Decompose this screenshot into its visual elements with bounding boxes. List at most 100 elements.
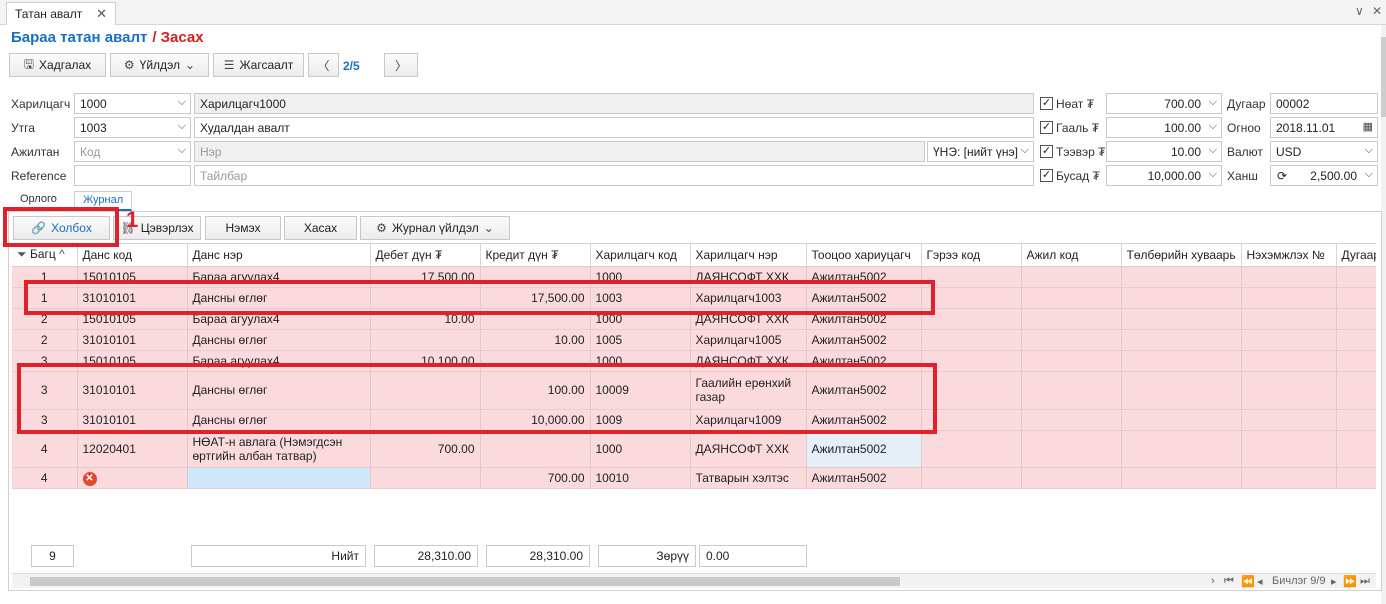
cell-empty[interactable] [1121,308,1242,330]
column-header-account-name[interactable]: Данс нэр [187,244,371,267]
customs-amount-field[interactable]: 100.00 ⌵ [1106,117,1222,138]
table-row[interactable]: 4 12020401 НӨАТ-н авлага (Нэмэгдсэн өртг… [12,430,1376,468]
cell-empty[interactable] [1021,371,1122,410]
cell-account-code[interactable]: 31010101 [77,329,188,351]
column-header-number[interactable]: Дугаар [1336,244,1376,267]
last-record-icon[interactable]: ⏭ [1360,575,1370,588]
cell-empty[interactable] [1021,350,1122,372]
cell-empty[interactable] [1336,409,1376,431]
scroll-right-icon[interactable]: › [1211,575,1215,587]
cell-empty[interactable] [1336,266,1376,288]
horizontal-scrollbar[interactable] [12,573,1376,588]
window-close-icon[interactable]: ✕ [1372,4,1382,18]
cell-empty[interactable] [1336,350,1376,372]
remove-row-button[interactable]: Хасах [284,216,357,240]
previous-page-icon[interactable]: ⏪ [1241,575,1255,588]
cell-empty[interactable] [1121,266,1242,288]
next-page-icon[interactable]: ⏩ [1343,575,1357,588]
cell-credit[interactable] [480,430,591,468]
column-header-responsible[interactable]: Тооцоо хариуцагч [806,244,922,267]
transport-amount-field[interactable]: 10.00 ⌵ [1106,141,1222,162]
other-checkbox[interactable]: ✓ [1040,169,1053,182]
date-field[interactable]: 2018.11.01 ▦ [1270,117,1378,138]
cell-empty[interactable] [1241,308,1337,330]
list-button[interactable]: ☰ Жагсаалт [213,53,304,77]
cell-debit[interactable] [370,329,481,351]
cell-empty[interactable] [1241,329,1337,351]
cell-responsible[interactable]: Ажилтан5002 [806,430,922,468]
cell-empty[interactable] [1336,329,1376,351]
column-header-batch[interactable]: ⏷ Багц ^ [12,244,78,267]
customer-code-select[interactable]: 1000 ⌵ [74,93,191,114]
vat-checkbox[interactable]: ✓ [1040,97,1053,110]
chevron-down-icon[interactable]: ∨ [1355,4,1364,18]
column-header-credit[interactable]: Кредит дүн ₮ [480,244,591,267]
previous-record-button[interactable]: 〈 [308,53,339,77]
cell-empty[interactable] [1241,350,1337,372]
cell-empty[interactable] [1241,266,1337,288]
column-header-job-code[interactable]: Ажил код [1021,244,1122,267]
cell-batch[interactable]: 2 [12,329,78,351]
cell-empty[interactable] [1121,350,1242,372]
cell-responsible[interactable]: Ажилтан5002 [806,329,922,351]
cell-empty[interactable] [1121,329,1242,351]
cell-account-code[interactable]: 12020401 [77,430,188,468]
error-icon[interactable]: ✕ [82,471,97,486]
add-row-button[interactable]: Нэмэх [205,216,281,240]
cell-empty[interactable] [921,430,1022,468]
cell-customer-code[interactable]: 1005 [590,329,691,351]
utga-code-select[interactable]: 1003 ⌵ [74,117,191,138]
column-header-contract-code[interactable]: Гэрээ код [921,244,1022,267]
column-header-account-code[interactable]: Данс код [77,244,188,267]
cell-empty[interactable] [1021,266,1122,288]
cell-debit[interactable]: 700.00 [370,430,481,468]
cell-empty[interactable] [1241,467,1337,489]
cell-empty[interactable] [921,266,1022,288]
description-input[interactable]: Тайлбар [194,165,1034,186]
rate-field[interactable]: ⟳ 2,500.00 ⌵ [1270,165,1378,186]
cell-empty[interactable] [1121,371,1242,410]
cell-empty[interactable] [1021,430,1122,468]
vat-amount-field[interactable]: 700.00 ⌵ [1106,93,1222,114]
close-icon[interactable]: ✕ [96,6,107,22]
document-tab[interactable]: Татан авалт ✕ [6,2,116,25]
filter-icon[interactable]: ⏷ [17,247,27,261]
cell-customer-name[interactable]: ДАЯНСОФТ ХХК [690,430,807,468]
column-header-customer-name[interactable]: Харилцагч нэр [690,244,807,267]
cell-empty[interactable] [1121,409,1242,431]
other-amount-field[interactable]: 10,000.00 ⌵ [1106,165,1222,186]
cell-customer-code[interactable]: 10010 [590,467,691,489]
vertical-scrollbar-thumb[interactable] [1381,37,1386,117]
cell-empty[interactable] [921,467,1022,489]
cell-account-name[interactable]: Дансны өглөг [187,329,371,351]
cell-customer-name[interactable]: Харилцагч1005 [690,329,807,351]
cell-credit[interactable]: 700.00 [480,467,591,489]
customs-checkbox[interactable]: ✓ [1040,121,1053,134]
cell-empty[interactable] [1241,430,1337,468]
first-record-icon[interactable]: ⏮ [1224,575,1234,588]
cell-empty[interactable] [1241,287,1337,309]
cell-empty[interactable] [1021,287,1122,309]
cell-empty[interactable] [1121,287,1242,309]
table-row[interactable]: 2 31010101 Дансны өглөг 10.00 1005 Харил… [12,329,1376,351]
number-field[interactable]: 00002 [1270,93,1378,114]
cell-empty[interactable] [1336,467,1376,489]
cell-empty[interactable] [1336,287,1376,309]
cell-debit[interactable] [370,467,481,489]
cell-empty[interactable] [1336,371,1376,410]
next-icon[interactable]: ▸ [1331,575,1337,588]
cell-credit[interactable]: 10.00 [480,329,591,351]
price-mode-select[interactable]: ҮНЭ: [нийт үнэ] ⌵ [927,141,1034,162]
cell-empty[interactable] [1121,430,1242,468]
journal-actions-button[interactable]: ⚙ Журнал үйлдэл ⌄ [360,216,510,240]
save-button[interactable]: 🖫 Хадгалах [9,53,106,77]
cell-empty[interactable] [1241,371,1337,410]
cell-empty[interactable] [1021,467,1122,489]
cell-batch[interactable]: 4 [12,430,78,468]
cell-customer-code[interactable]: 1000 [590,430,691,468]
next-record-button[interactable]: 〉 [384,53,418,77]
employee-code-select[interactable]: Код ⌵ [74,141,191,162]
column-header-debit[interactable]: Дебет дүн ₮ [370,244,481,267]
cell-empty[interactable] [1021,308,1122,330]
table-row[interactable]: 4 ✕ 700.00 10010 Татварын хэлтэс Ажилтан… [12,467,1376,489]
